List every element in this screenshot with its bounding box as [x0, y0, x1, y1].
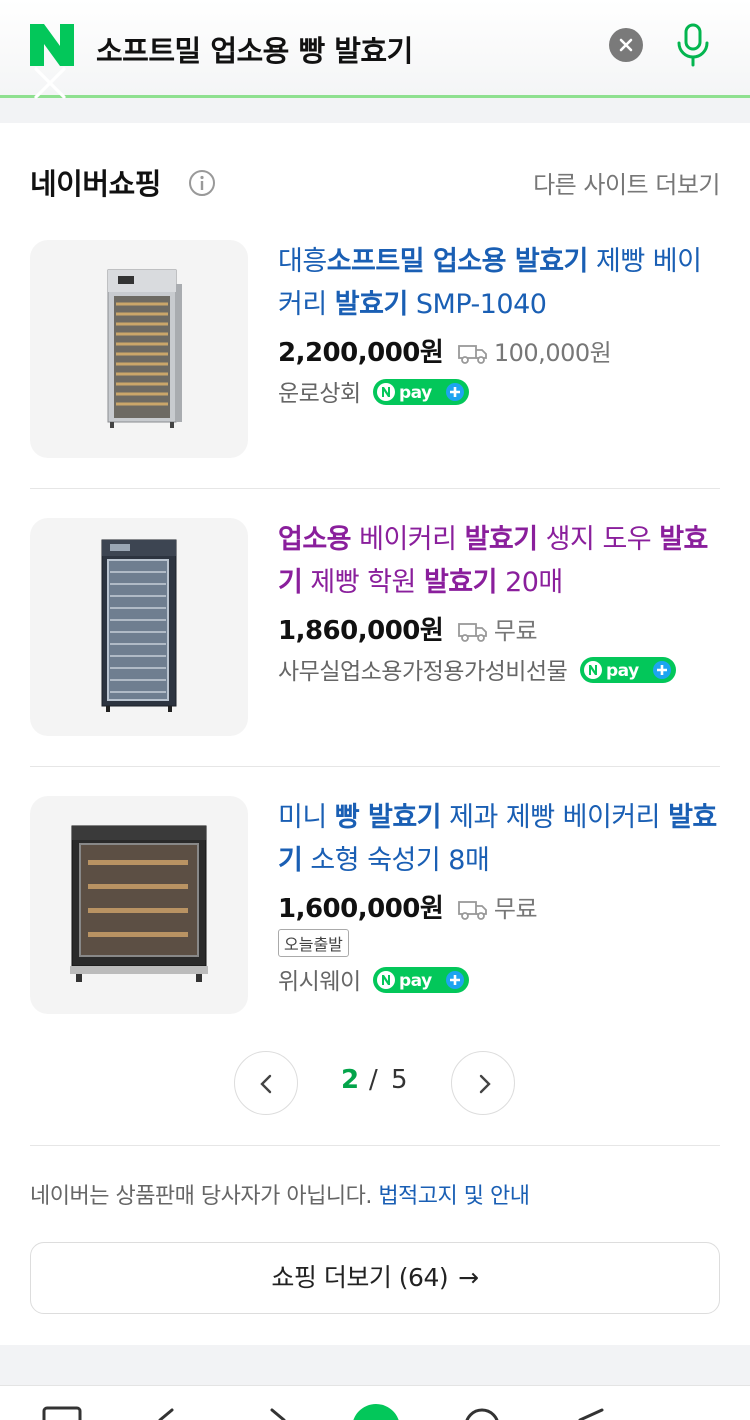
- other-sites-link[interactable]: 다른 사이트 더보기: [533, 165, 720, 200]
- product-title[interactable]: 대흥소프트밀 업소용 발효기 제빵 베이커리 발효기 SMP-1040: [278, 240, 718, 326]
- home-icon[interactable]: [350, 1402, 402, 1420]
- forward-icon[interactable]: [262, 1406, 292, 1420]
- truck-icon: [457, 901, 487, 920]
- product-title[interactable]: 업소용 베이커리 발효기 생지 도우 발효기 제빵 학원 발효기 20매: [278, 518, 718, 604]
- product-price-row: 1,600,000원 무료: [278, 888, 538, 925]
- title-text: 대흥: [278, 246, 327, 277]
- product-image[interactable]: [30, 796, 248, 1014]
- current-page: 2: [341, 1065, 360, 1095]
- section-title: 네이버쇼핑: [30, 167, 161, 201]
- divider: [30, 766, 720, 767]
- product-item[interactable]: 대흥소프트밀 업소용 발효기 제빵 베이커리 발효기 SMP-1040 2,20…: [30, 240, 720, 460]
- close-icon[interactable]: [32, 65, 68, 101]
- title-text: 미니: [278, 802, 335, 833]
- title-highlight: 발효기: [464, 524, 539, 555]
- title-highlight: 업소용: [278, 524, 352, 555]
- prev-page-button[interactable]: [234, 1051, 298, 1115]
- clear-search-button[interactable]: [609, 28, 643, 62]
- npay-label: pay: [606, 661, 639, 681]
- tabs-icon[interactable]: [42, 1406, 82, 1420]
- shipping-fee: 무료: [493, 895, 538, 923]
- npay-label: pay: [399, 383, 432, 403]
- mic-icon[interactable]: [673, 22, 713, 68]
- browser-bottom-bar: [0, 1385, 750, 1420]
- title-text: 생지 도우: [537, 524, 660, 555]
- product-image[interactable]: [30, 518, 248, 736]
- title-text: SMP-1040: [407, 289, 547, 320]
- product-price-row: 1,860,000원 무료: [278, 610, 538, 647]
- total-pages: 5: [391, 1065, 408, 1095]
- product-price: 1,600,000원: [278, 894, 444, 924]
- chevron-right-icon: [479, 1074, 491, 1094]
- title-text: 베이커리: [351, 524, 465, 555]
- next-page-button[interactable]: [451, 1051, 515, 1115]
- truck-icon: [457, 345, 487, 364]
- seller-name[interactable]: 위시웨이: [278, 969, 361, 995]
- arrow-right-icon: →: [458, 1263, 479, 1292]
- chevron-left-icon: [260, 1074, 272, 1094]
- npay-plus-icon: pay: [373, 379, 470, 405]
- npay-label: pay: [399, 971, 432, 991]
- seller-name[interactable]: 사무실업소용가정용가성비선물: [278, 659, 568, 685]
- product-price: 1,860,000원: [278, 616, 444, 646]
- clear-icon: [619, 38, 633, 52]
- shopping-section: 네이버쇼핑 다른 사이트 더보기 대흥소프트밀 업소용 발효기 제빵 베이커리 …: [0, 123, 750, 1345]
- search-bar: 소프트밀 업소용 빵 발효기: [0, 0, 750, 101]
- title-highlight: 발효기: [334, 289, 409, 320]
- today-shipping-badge: 오늘출발: [278, 929, 349, 957]
- seller-row: 사무실업소용가정용가성비선물 pay: [278, 652, 677, 686]
- shipping-fee: 무료: [493, 617, 538, 645]
- naver-logo[interactable]: [28, 22, 76, 68]
- product-price: 2,200,000원: [278, 338, 444, 368]
- back-icon[interactable]: [152, 1406, 182, 1420]
- page-separator: /: [369, 1065, 378, 1095]
- seller-row: 위시웨이 pay: [278, 962, 470, 996]
- more-shopping-label: 쇼핑 더보기 (64): [271, 1263, 449, 1292]
- legal-link[interactable]: 법적고지 및 안내: [378, 1184, 530, 1209]
- product-title[interactable]: 미니 빵 발효기 제과 제빵 베이커리 발효기 소형 숙성기 8매: [278, 796, 718, 882]
- title-text: 소형 숙성기 8매: [302, 845, 490, 876]
- search-input[interactable]: 소프트밀 업소용 빵 발효기: [96, 28, 413, 70]
- title-text: 20매: [496, 567, 563, 598]
- refresh-icon[interactable]: [462, 1406, 502, 1420]
- npay-plus-icon: pay: [580, 657, 677, 683]
- title-highlight: 발효기: [423, 567, 498, 598]
- seller-row: 운로상회 pay: [278, 374, 470, 408]
- title-text: 제빵 학원: [302, 567, 424, 598]
- separator: [0, 101, 750, 123]
- npay-plus-icon: pay: [373, 967, 470, 993]
- title-text: 제과 제빵 베이커리: [441, 802, 669, 833]
- product-item[interactable]: 업소용 베이커리 발효기 생지 도우 발효기 제빵 학원 발효기 20매 1,8…: [30, 518, 720, 738]
- product-image[interactable]: [30, 240, 248, 458]
- truck-icon: [457, 623, 487, 642]
- product-price-row: 2,200,000원 100,000원: [278, 332, 612, 369]
- divider: [30, 1145, 720, 1146]
- title-highlight: 소프트밀 업소용 발효기: [326, 246, 589, 277]
- info-icon[interactable]: [188, 169, 216, 197]
- divider: [30, 488, 720, 489]
- title-highlight: 빵 발효기: [334, 802, 442, 833]
- seller-name[interactable]: 운로상회: [278, 381, 361, 407]
- legal-notice: 네이버는 상품판매 당사자가 아닙니다. 법적고지 및 안내: [30, 1178, 530, 1210]
- product-item[interactable]: 미니 빵 발효기 제과 제빵 베이커리 발효기 소형 숙성기 8매 1,600,…: [30, 796, 720, 1016]
- shipping-fee: 100,000원: [493, 339, 612, 367]
- more-shopping-button[interactable]: 쇼핑 더보기 (64) →: [30, 1242, 720, 1314]
- notice-text: 네이버는 상품판매 당사자가 아닙니다.: [30, 1184, 379, 1209]
- share-icon[interactable]: [572, 1406, 612, 1420]
